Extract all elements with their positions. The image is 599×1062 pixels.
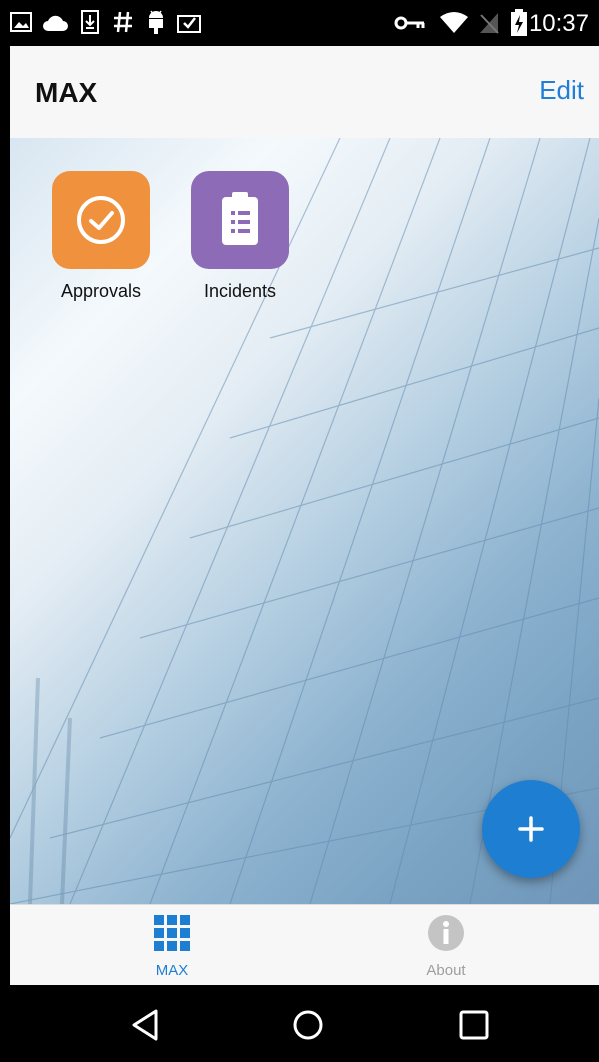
app-tile-approvals[interactable]: Approvals bbox=[46, 171, 156, 302]
check-circle-icon bbox=[77, 196, 125, 244]
approvals-icon-box bbox=[52, 171, 150, 269]
wifi-icon bbox=[440, 12, 468, 33]
incidents-icon-box bbox=[191, 171, 289, 269]
clipboard-check-icon bbox=[177, 15, 201, 33]
image-icon bbox=[10, 12, 32, 32]
tab-max[interactable]: MAX bbox=[112, 913, 232, 979]
app-label-approvals: Approvals bbox=[60, 281, 142, 301]
no-sim-icon bbox=[480, 13, 499, 34]
battery-charging-icon bbox=[511, 9, 527, 36]
page-title: MAX bbox=[35, 77, 98, 108]
android-icon bbox=[149, 10, 163, 34]
edit-button[interactable]: Edit bbox=[539, 75, 584, 106]
back-icon[interactable] bbox=[128, 1007, 164, 1043]
status-bar: 10:37 bbox=[0, 0, 599, 46]
tab-about[interactable]: About bbox=[386, 913, 506, 979]
bottom-tab-bar: MAX About bbox=[10, 904, 599, 986]
info-icon bbox=[428, 915, 464, 951]
status-time: 10:37 bbox=[528, 10, 589, 37]
plus-icon bbox=[518, 816, 544, 842]
recents-icon[interactable] bbox=[456, 1007, 492, 1043]
hash-icon bbox=[114, 11, 132, 33]
key-icon bbox=[394, 16, 425, 30]
cloud-icon bbox=[43, 15, 68, 31]
tab-label-about: About bbox=[426, 962, 466, 979]
tab-label-max: MAX bbox=[155, 962, 189, 979]
home-icon[interactable] bbox=[290, 1007, 326, 1043]
android-nav-bar bbox=[0, 985, 599, 1062]
clipboard-list-icon bbox=[222, 192, 258, 245]
download-icon bbox=[81, 10, 99, 34]
app-tile-incidents[interactable]: Incidents bbox=[185, 171, 295, 302]
grid-icon bbox=[154, 915, 190, 951]
app-header: MAX Edit bbox=[10, 46, 599, 138]
add-app-button[interactable] bbox=[482, 780, 580, 878]
app-label-incidents: Incidents bbox=[203, 281, 277, 301]
